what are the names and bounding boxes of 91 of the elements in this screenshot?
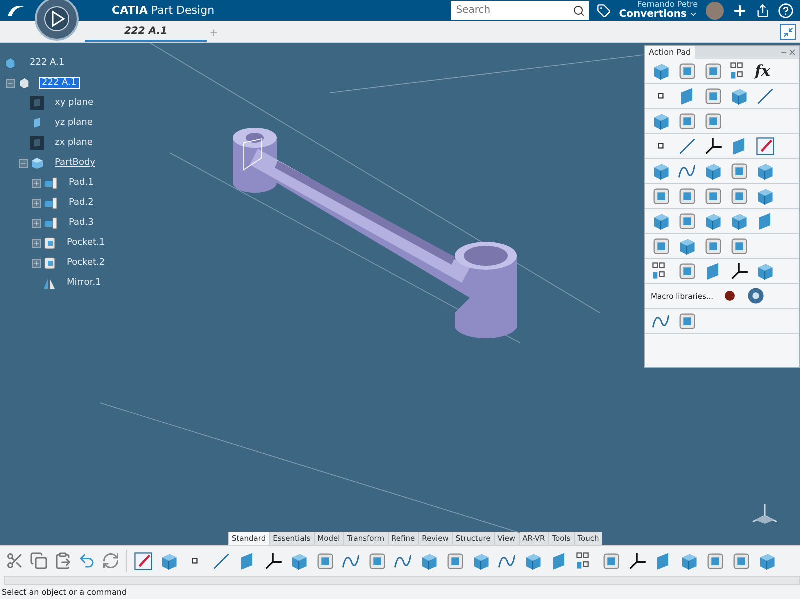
tree-item-label[interactable]: xy plane	[53, 98, 96, 108]
paste-icon[interactable]	[54, 552, 72, 570]
pad-icon	[44, 196, 58, 210]
update-icon[interactable]	[102, 552, 120, 570]
tree-item-label[interactable]: Pad.3	[67, 218, 96, 228]
tree-item-label[interactable]: yz plane	[53, 118, 95, 128]
pocket-icon	[44, 236, 56, 250]
pocket-icon[interactable]	[729, 236, 749, 256]
pocket-icon[interactable]	[677, 61, 697, 81]
axis-system-icon[interactable]	[627, 551, 647, 571]
pocket-icon[interactable]	[705, 551, 725, 571]
line-icon[interactable]	[677, 136, 697, 156]
expand-toggle[interactable]	[32, 218, 41, 228]
pocket-icon[interactable]	[651, 236, 671, 256]
axis-system-icon[interactable]	[729, 261, 749, 281]
tree-item-label[interactable]: PartBody	[53, 158, 98, 168]
help-icon[interactable]	[778, 2, 794, 18]
user-name: Fernando Petre	[638, 1, 698, 9]
mirror-icon	[43, 276, 56, 290]
plus-icon	[33, 240, 40, 246]
pocket-icon	[44, 256, 56, 270]
plus-icon	[33, 220, 40, 226]
pocket-icon[interactable]	[445, 551, 465, 571]
workspace-dropdown[interactable]: Convertions	[619, 9, 698, 20]
expand-toggle[interactable]	[32, 238, 41, 248]
pocket-icon[interactable]	[703, 61, 723, 81]
line-icon[interactable]	[755, 86, 775, 106]
part-icon	[18, 76, 31, 90]
pocket-icon[interactable]	[729, 161, 749, 181]
add-icon[interactable]	[732, 2, 748, 18]
pocket-icon[interactable]	[601, 551, 621, 571]
tree-item-label[interactable]: 222 A.1	[28, 58, 67, 68]
chevron-down-icon	[689, 10, 698, 19]
expand-toggle[interactable]	[32, 258, 41, 268]
pocket-icon[interactable]	[677, 211, 697, 231]
app-title: CATIA Part Design	[112, 4, 215, 17]
tree-item-label[interactable]: zx plane	[53, 138, 95, 148]
formula-button[interactable]: fx	[755, 62, 770, 80]
status-message: Select an object or a command	[2, 588, 128, 596]
axis-system-icon[interactable]	[703, 136, 723, 156]
pocket-icon[interactable]	[651, 186, 671, 206]
share-icon[interactable]	[756, 4, 770, 18]
pocket-icon[interactable]	[703, 236, 723, 256]
tree-item-label[interactable]: Pocket.1	[65, 238, 108, 248]
tree-item-label[interactable]: Pad.2	[67, 198, 96, 208]
pocket-icon[interactable]	[677, 261, 697, 281]
horizontal-scrollbar[interactable]	[4, 576, 800, 585]
cut-icon[interactable]	[6, 552, 24, 570]
tree-item-label[interactable]: 222 A.1	[40, 78, 79, 88]
gear-icon[interactable]	[746, 286, 766, 306]
axis-compass-icon	[750, 502, 780, 526]
sketch-icon[interactable]	[755, 136, 775, 156]
compass-icon[interactable]	[34, 0, 80, 42]
line-icon[interactable]	[211, 551, 231, 571]
plane-icon	[30, 136, 44, 150]
close-icon[interactable]	[788, 48, 797, 57]
search-icon[interactable]	[569, 1, 590, 20]
pocket-icon[interactable]	[731, 551, 751, 571]
body-icon	[31, 156, 44, 170]
undo-icon[interactable]	[78, 552, 96, 570]
expand-toggle[interactable]	[32, 178, 41, 188]
search-field[interactable]: Search	[451, 1, 570, 20]
plane-icon	[30, 96, 44, 110]
pocket-icon[interactable]	[729, 186, 749, 206]
pad-icon	[44, 176, 58, 190]
tree-item-label[interactable]: Pocket.2	[65, 258, 108, 268]
expand-toggle[interactable]	[19, 158, 28, 168]
pad-icon	[44, 216, 58, 230]
plus-icon	[33, 260, 40, 266]
axis-system-icon[interactable]	[263, 551, 283, 571]
part-icon	[4, 56, 17, 70]
logo-icon	[6, 4, 26, 18]
pocket-icon[interactable]	[677, 111, 697, 131]
tag-icon[interactable]	[597, 4, 612, 18]
copy-icon[interactable]	[30, 552, 48, 570]
expand-toggle[interactable]	[32, 198, 41, 208]
pocket-icon[interactable]	[367, 551, 387, 571]
plus-icon	[33, 200, 40, 206]
sketch-icon[interactable]	[133, 551, 153, 571]
pocket-icon[interactable]	[677, 311, 697, 331]
minimize-view-icon[interactable]	[780, 24, 796, 40]
pocket-icon[interactable]	[703, 86, 723, 106]
panel-title: Action Pad	[645, 46, 696, 59]
pocket-icon[interactable]	[315, 551, 335, 571]
pocket-icon[interactable]	[703, 111, 723, 131]
pocket-icon[interactable]	[677, 186, 697, 206]
plus-icon	[33, 180, 40, 186]
tree-item-label[interactable]: Pad.1	[67, 178, 96, 188]
tree-item-label[interactable]: Mirror.1	[65, 278, 104, 288]
pocket-icon[interactable]	[703, 186, 723, 206]
expand-toggle[interactable]	[6, 78, 15, 88]
